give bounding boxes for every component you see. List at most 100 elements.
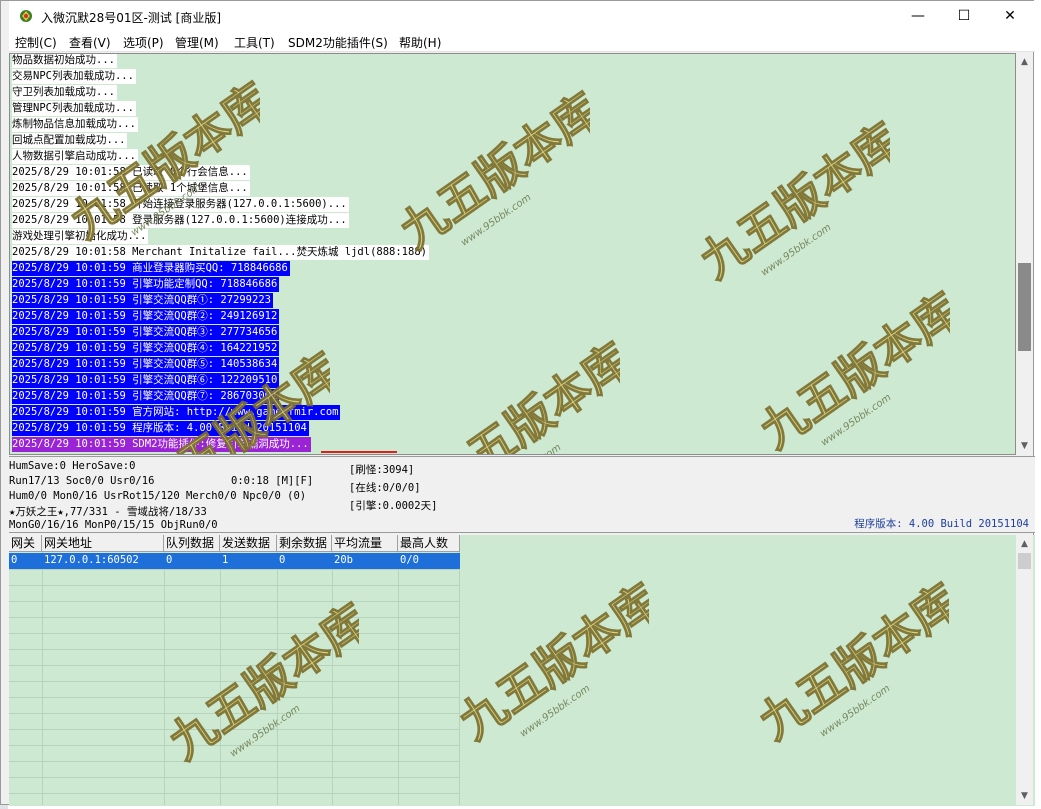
- col-header-sent[interactable]: 发送数据: [220, 535, 277, 552]
- log-panel[interactable]: 物品数据初始成功... 交易NPC列表加载成功... 守卫列表加载成功... 管理NP…: [9, 53, 1016, 455]
- grid-row-divider: [9, 745, 460, 746]
- cell-gateway: 0: [11, 554, 18, 566]
- minimize-icon: —: [911, 8, 925, 24]
- program-version: 程序版本: 4.00 Build 20151104: [854, 518, 1029, 530]
- grid-row-divider: [9, 713, 460, 714]
- log-line: 物品数据初始成功...: [12, 54, 117, 68]
- log-line: 2025/8/29 10:01:59 引擎交流QQ群⑦: 286703001: [12, 389, 280, 404]
- watermark-logo: 九五版本库 www.95bbk.com: [420, 334, 620, 455]
- grid-scroll-thumb[interactable]: [1018, 553, 1031, 569]
- cell-sent: 1: [222, 554, 229, 566]
- cell-max-users: 0/0: [400, 554, 419, 566]
- log-line: 管理NPC列表加载成功...: [12, 101, 136, 116]
- menu-help[interactable]: 帮助(H): [399, 34, 441, 51]
- log-line: 2025/8/29 10:01:59 引擎交流QQ群⑥: 122209510: [12, 373, 280, 388]
- col-header-max-users[interactable]: 最高人数: [398, 535, 460, 552]
- stat-counts: Hum0/0 Mon0/16 UsrRot15/120 Merch0/0 Npc…: [9, 490, 307, 502]
- log-line: 2025/8/29 10:01:59 引擎功能定制QQ: 718846686: [12, 277, 280, 292]
- grid-row-divider: [9, 665, 460, 666]
- log-scroll-thumb[interactable]: [1018, 263, 1031, 351]
- grid-scrollbar[interactable]: ▲ ▼: [1016, 535, 1033, 805]
- log-line: 2025/8/29 10:01:59 引擎交流QQ群①: 27299223: [12, 293, 273, 308]
- cell-queue: 0: [166, 554, 173, 566]
- watermark-logo: 九五版本库 www.95bbk.com: [690, 114, 890, 289]
- online-count: [在线:0/0/0]: [349, 482, 421, 494]
- log-line: 守卫列表加载成功...: [12, 85, 117, 100]
- log-line: 2025/8/29 10:01:58 Merchant Initalize fa…: [12, 245, 429, 260]
- log-line: 2025/8/29 10:01:59 程序版本: 4.00 Build 2015…: [12, 421, 309, 436]
- scroll-up-icon[interactable]: ▲: [1016, 535, 1033, 552]
- grid-row-divider: [9, 601, 460, 602]
- stat-boss: ★万妖之王★,77/331 - 雪域战将/18/33: [9, 506, 207, 518]
- grid-row-divider: [9, 569, 460, 570]
- refresh-monster-count: [刷怪:3094]: [349, 464, 415, 476]
- watermark-text: 九五版本库: [159, 595, 359, 770]
- watermark-text: 九五版本库: [390, 84, 590, 259]
- col-header-remaining[interactable]: 剩余数据: [277, 535, 332, 552]
- col-header-avg-traffic[interactable]: 平均流量: [332, 535, 398, 552]
- log-line: 2025/8/29 10:01:59 引擎交流QQ群③: 277734656: [12, 325, 280, 340]
- watermark-url: www.95bbk.com: [228, 703, 302, 760]
- grid-row-divider: [9, 633, 460, 634]
- status-panel: HumSave:0 HeroSave:0 Run17/13 Soc0/0 Usr…: [9, 456, 1035, 533]
- cell-remaining: 0: [279, 554, 286, 566]
- menu-manage[interactable]: 管理(M): [175, 34, 219, 51]
- gateway-area: 网关 网关地址 队列数据 发送数据 剩余数据 平均流量 最高人数 0 127.0…: [9, 535, 1035, 806]
- log-line: 游戏处理引擎初始化成功...: [12, 229, 149, 244]
- watermark-logo: 九五版本库 www.95bbk.com: [750, 284, 950, 455]
- log-line: 2025/8/29 10:01:58 已读取 0个行会信息...: [12, 165, 250, 180]
- cell-avg-traffic: 20b: [334, 554, 353, 566]
- close-button[interactable]: ✕: [987, 1, 1033, 31]
- col-header-gateway[interactable]: 网关: [9, 535, 42, 552]
- grid-row-divider: [9, 585, 460, 586]
- menu-bar: 控制(C) 查看(V) 选项(P) 管理(M) 工具(T) SDM2功能插件(S…: [9, 31, 1035, 52]
- grid-row-divider: [9, 617, 460, 618]
- menu-sdm2-plugin[interactable]: SDM2功能插件(S): [288, 34, 388, 51]
- minimize-button[interactable]: —: [895, 1, 941, 31]
- col-header-queue[interactable]: 队列数据: [164, 535, 220, 552]
- title-bar[interactable]: 入微沉默28号01区-测试 [商业版] — ☐ ✕: [9, 1, 1035, 31]
- maximize-icon: ☐: [957, 8, 971, 24]
- grid-row-divider: [9, 793, 460, 794]
- watermark-text: 九五版本库: [420, 334, 620, 455]
- watermark-text: 九五版本库: [750, 284, 950, 455]
- menu-control[interactable]: 控制(C): [15, 34, 57, 51]
- grid-col-divider: [398, 552, 399, 805]
- watermark-text: 九五版本库: [449, 575, 649, 750]
- engine-time: [引擎:0.0002天]: [349, 500, 438, 512]
- grid-col-divider: [42, 552, 43, 805]
- grid-row-divider: [9, 649, 460, 650]
- grid-row-divider: [9, 681, 460, 682]
- stat-uptime: 0:0:18 [M][F]: [231, 475, 314, 487]
- stat-monsters: MonG0/16/16 MonP0/15/15 ObjRun0/0: [9, 519, 218, 531]
- grid-row-divider: [9, 729, 460, 730]
- grid-col-divider: [277, 552, 278, 805]
- menu-tools[interactable]: 工具(T): [234, 34, 275, 51]
- close-icon: ✕: [1004, 8, 1016, 24]
- gateway-grid[interactable]: 网关 网关地址 队列数据 发送数据 剩余数据 平均流量 最高人数 0 127.0…: [9, 535, 460, 805]
- grid-row-divider: [9, 697, 460, 698]
- grid-col-divider: [164, 552, 165, 805]
- grid-col-divider: [332, 552, 333, 805]
- menu-view[interactable]: 查看(V): [69, 34, 111, 51]
- log-line: 回城点配置加载成功...: [12, 133, 128, 148]
- scroll-up-icon[interactable]: ▲: [1016, 53, 1033, 70]
- log-line: 交易NPC列表加载成功...: [12, 69, 136, 84]
- scroll-down-icon[interactable]: ▼: [1016, 787, 1033, 804]
- log-line: 2025/8/29 10:01:59 引擎交流QQ群②: 249126912: [12, 309, 280, 324]
- watermark-url: www.95bbk.com: [459, 192, 533, 249]
- watermark-url: www.95bbk.com: [199, 452, 273, 455]
- log-scrollbar[interactable]: ▲ ▼: [1016, 53, 1033, 455]
- menu-options[interactable]: 选项(P): [123, 34, 164, 51]
- watermark-logo: 九五版本库 www.95bbk.com: [749, 575, 949, 750]
- watermark-url: www.95bbk.com: [818, 683, 892, 740]
- log-line: 2025/8/29 10:01:59 官方网站: http://www.game…: [12, 405, 341, 420]
- log-line: 2025/8/29 10:01:58 已读取 1个城堡信息...: [12, 181, 250, 196]
- watermark-url: www.95bbk.com: [518, 683, 592, 740]
- maximize-button[interactable]: ☐: [941, 1, 987, 31]
- log-line: 2025/8/29 10:01:59 引擎交流QQ群⑤: 140538634: [12, 357, 280, 372]
- scroll-down-icon[interactable]: ▼: [1016, 437, 1033, 454]
- stat-save: HumSave:0 HeroSave:0: [9, 460, 136, 472]
- col-header-address[interactable]: 网关地址: [42, 535, 164, 552]
- log-line: 2025/8/29 10:01:59 引擎交流QQ群④: 164221952: [12, 341, 280, 356]
